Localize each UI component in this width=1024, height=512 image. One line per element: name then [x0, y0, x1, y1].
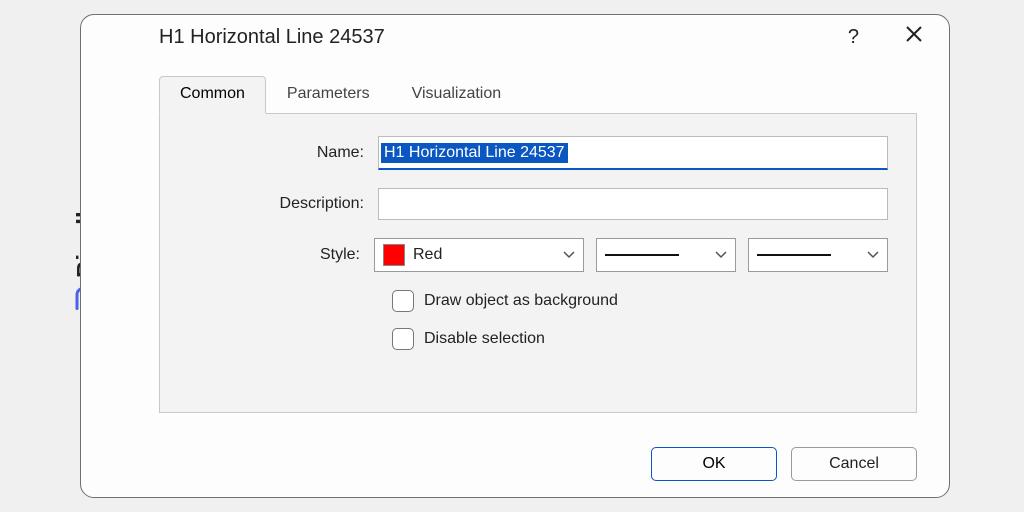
line-style-select[interactable]	[596, 238, 736, 272]
line-width-select[interactable]	[748, 238, 888, 272]
dialog-title: H1 Horizontal Line 24537	[159, 26, 848, 49]
line-width-sample-icon	[757, 254, 831, 256]
line-style-sample-icon	[605, 254, 679, 256]
color-select[interactable]: Red	[374, 238, 584, 272]
close-icon[interactable]	[905, 25, 923, 49]
chevron-down-icon	[715, 248, 727, 262]
tab-parameters[interactable]: Parameters	[266, 76, 391, 114]
help-icon[interactable]: ?	[848, 26, 859, 49]
dialog-titlebar: H1 Horizontal Line 24537 ?	[81, 15, 949, 55]
description-input[interactable]	[378, 188, 888, 220]
style-label: Style:	[188, 246, 374, 264]
description-label: Description:	[188, 195, 378, 213]
chevron-down-icon	[563, 248, 575, 262]
disable-selection-label: Disable selection	[424, 330, 545, 348]
disable-selection-checkbox[interactable]	[392, 328, 414, 350]
name-input[interactable]: H1 Horizontal Line 24537	[378, 136, 888, 170]
cancel-button[interactable]: Cancel	[791, 447, 917, 481]
chevron-down-icon	[867, 248, 879, 262]
name-label: Name:	[188, 144, 378, 162]
ok-button[interactable]: OK	[651, 447, 777, 481]
tab-visualization[interactable]: Visualization	[391, 76, 523, 114]
color-select-label: Red	[413, 246, 442, 264]
tabstrip: Common Parameters Visualization	[159, 75, 949, 113]
properties-dialog: H1 Horizontal Line 24537 ? Common Parame…	[80, 14, 950, 498]
tab-common[interactable]: Common	[159, 76, 266, 114]
draw-background-label: Draw object as background	[424, 292, 618, 310]
name-value-selected: H1 Horizontal Line 24537	[381, 143, 568, 163]
draw-background-checkbox[interactable]	[392, 290, 414, 312]
common-panel: Name: H1 Horizontal Line 24537 Descripti…	[159, 113, 917, 413]
color-swatch-icon	[383, 244, 405, 266]
